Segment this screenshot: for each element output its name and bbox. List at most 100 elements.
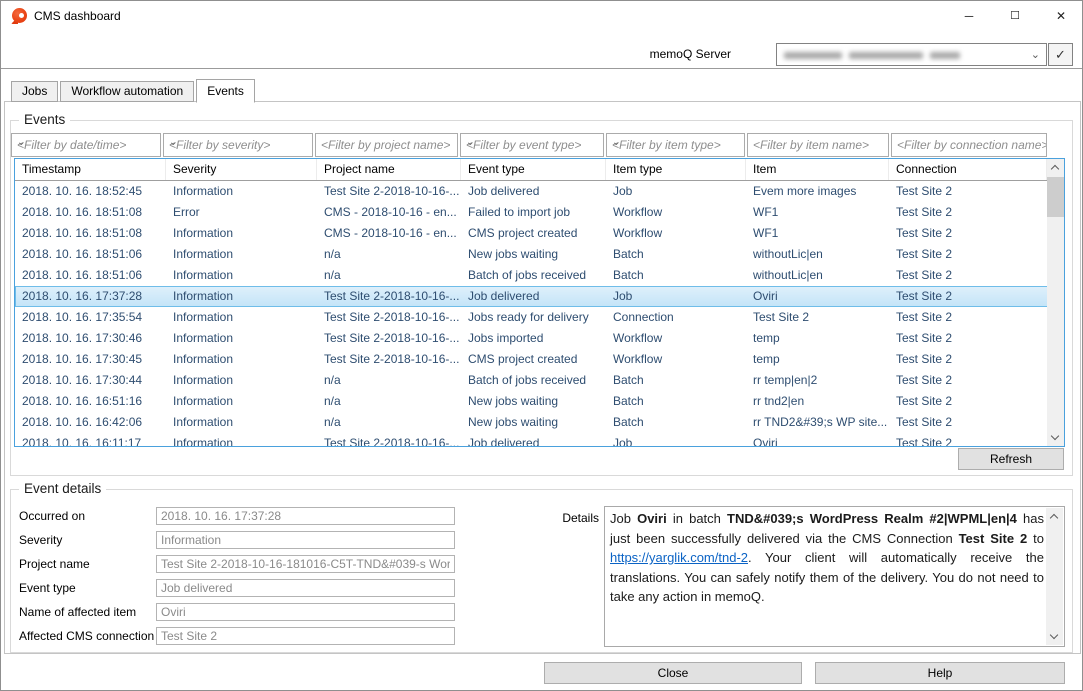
table-cell: Test Site 2: [746, 307, 889, 328]
scroll-up-icon[interactable]: [1046, 508, 1063, 525]
column-header[interactable]: Timestamp: [15, 159, 166, 180]
table-cell: Test Site 2-2018-10-16-...: [317, 286, 461, 307]
column-header[interactable]: Item type: [606, 159, 746, 180]
field-input[interactable]: [156, 627, 455, 645]
scrollbar-thumb[interactable]: [1047, 177, 1064, 217]
table-row[interactable]: 2018. 10. 16. 18:51:08InformationCMS - 2…: [15, 223, 1064, 244]
field-input[interactable]: [156, 531, 455, 549]
table-row[interactable]: 2018. 10. 16. 16:11:17InformationTest Si…: [15, 433, 1064, 447]
table-cell: rr tnd2|en: [746, 391, 889, 412]
memoq-logo-icon: [11, 8, 28, 25]
filter-input-6[interactable]: <Filter by item name>: [747, 133, 889, 157]
scroll-down-icon[interactable]: [1046, 628, 1063, 645]
table-cell: Batch of jobs received: [461, 370, 606, 391]
field-label: Project name: [19, 557, 156, 571]
filter-placeholder: <Filter by item name>: [753, 138, 869, 152]
table-cell: Information: [166, 412, 317, 433]
table-cell: Job delivered: [461, 433, 606, 447]
table-row[interactable]: 2018. 10. 16. 17:30:46InformationTest Si…: [15, 328, 1064, 349]
chevron-down-icon: ⌄: [466, 137, 599, 148]
tab-workflow-automation[interactable]: Workflow automation: [60, 81, 194, 102]
table-cell: Test Site 2-2018-10-16-...: [317, 181, 461, 202]
scroll-up-icon[interactable]: [1047, 159, 1064, 176]
table-scrollbar[interactable]: [1047, 159, 1064, 446]
table-cell: New jobs waiting: [461, 391, 606, 412]
field-label: Affected CMS connection: [19, 629, 156, 643]
column-header[interactable]: Project name: [317, 159, 461, 180]
tab-events[interactable]: Events: [196, 79, 255, 103]
table-cell: Job: [606, 433, 746, 447]
table-cell: Test Site 2-2018-10-16-...: [317, 433, 461, 447]
table-row[interactable]: 2018. 10. 16. 18:52:45InformationTest Si…: [15, 181, 1064, 202]
chevron-down-icon: ⌄: [169, 137, 308, 148]
detail-field-row: Occurred on: [19, 507, 479, 525]
filter-input-7[interactable]: <Filter by connection name>: [891, 133, 1047, 157]
column-header[interactable]: Connection: [889, 159, 1047, 180]
column-header[interactable]: Item: [746, 159, 889, 180]
table-cell: CMS project created: [461, 349, 606, 370]
table-row[interactable]: 2018. 10. 16. 17:37:28InformationTest Si…: [15, 286, 1064, 307]
details-bold-text: Oviri: [637, 511, 667, 526]
table-cell: New jobs waiting: [461, 412, 606, 433]
table-cell: Batch: [606, 265, 746, 286]
table-row[interactable]: 2018. 10. 16. 17:30:45InformationTest Si…: [15, 349, 1064, 370]
table-cell: withoutLic|en: [746, 244, 889, 265]
field-label: Name of affected item: [19, 605, 156, 619]
table-row[interactable]: 2018. 10. 16. 18:51:06Informationn/aNew …: [15, 244, 1064, 265]
field-input[interactable]: [156, 555, 455, 573]
help-button[interactable]: Help: [815, 662, 1065, 684]
field-label: Severity: [19, 533, 156, 547]
column-header[interactable]: Event type: [461, 159, 606, 180]
field-input[interactable]: [156, 507, 455, 525]
details-scrollbar[interactable]: [1046, 508, 1063, 645]
filter-input-1[interactable]: <Filter by date/time>⌄: [11, 133, 161, 157]
column-header[interactable]: Severity: [166, 159, 317, 180]
table-cell: 2018. 10. 16. 17:30:45: [15, 349, 166, 370]
table-cell: Test Site 2: [889, 433, 1047, 447]
header-divider: [1, 68, 1082, 69]
server-confirm-button[interactable]: ✓: [1048, 43, 1073, 66]
memoq-server-label: memoQ Server: [601, 47, 731, 61]
tab-jobs[interactable]: Jobs: [11, 81, 58, 102]
minimize-button[interactable]: ─: [946, 1, 992, 31]
table-row[interactable]: 2018. 10. 16. 16:51:16Informationn/aNew …: [15, 391, 1064, 412]
close-button[interactable]: Close: [544, 662, 802, 684]
scroll-down-icon[interactable]: [1047, 429, 1064, 446]
detail-field-row: Name of affected item: [19, 603, 479, 621]
filter-input-2[interactable]: <Filter by severity>⌄: [163, 133, 313, 157]
maximize-button[interactable]: ☐: [992, 1, 1038, 31]
refresh-button[interactable]: Refresh: [958, 448, 1064, 470]
table-cell: temp: [746, 349, 889, 370]
table-cell: Test Site 2: [889, 202, 1047, 223]
table-cell: Test Site 2: [889, 412, 1047, 433]
table-cell: CMS - 2018-10-16 - en...: [317, 202, 461, 223]
table-cell: n/a: [317, 244, 461, 265]
table-cell: 2018. 10. 16. 17:30:44: [15, 370, 166, 391]
field-input[interactable]: [156, 603, 455, 621]
field-input[interactable]: [156, 579, 455, 597]
table-cell: Information: [166, 433, 317, 447]
table-cell: Information: [166, 370, 317, 391]
table-cell: CMS project created: [461, 223, 606, 244]
close-window-button[interactable]: ✕: [1038, 1, 1083, 31]
filter-input-5[interactable]: <Filter by item type>⌄: [606, 133, 745, 157]
cms-dashboard-window: CMS dashboard ─ ☐ ✕ memoQ Server ⌄ ✓ Job…: [0, 0, 1083, 691]
table-row[interactable]: 2018. 10. 16. 18:51:06Informationn/aBatc…: [15, 265, 1064, 286]
table-cell: Job delivered: [461, 286, 606, 307]
details-textbox[interactable]: Job Oviri in batch TND&#039;s WordPress …: [604, 506, 1065, 647]
table-cell: Test Site 2: [889, 265, 1047, 286]
filter-input-3[interactable]: <Filter by project name>: [315, 133, 458, 157]
table-row[interactable]: 2018. 10. 16. 16:42:06Informationn/aNew …: [15, 412, 1064, 433]
table-row[interactable]: 2018. 10. 16. 18:51:08ErrorCMS - 2018-10…: [15, 202, 1064, 223]
table-cell: Workflow: [606, 328, 746, 349]
table-row[interactable]: 2018. 10. 16. 17:30:44Informationn/aBatc…: [15, 370, 1064, 391]
table-row[interactable]: 2018. 10. 16. 17:35:54InformationTest Si…: [15, 307, 1064, 328]
field-label: Occurred on: [19, 509, 156, 523]
details-link[interactable]: https://yarglik.com/tnd-2: [610, 550, 748, 565]
filter-input-4[interactable]: <Filter by event type>⌄: [460, 133, 604, 157]
server-combobox[interactable]: ⌄: [776, 43, 1047, 66]
table-cell: Batch: [606, 412, 746, 433]
table-cell: Oviri: [746, 433, 889, 447]
details-bold-text: Test Site 2: [959, 531, 1028, 546]
field-label: Event type: [19, 581, 156, 595]
